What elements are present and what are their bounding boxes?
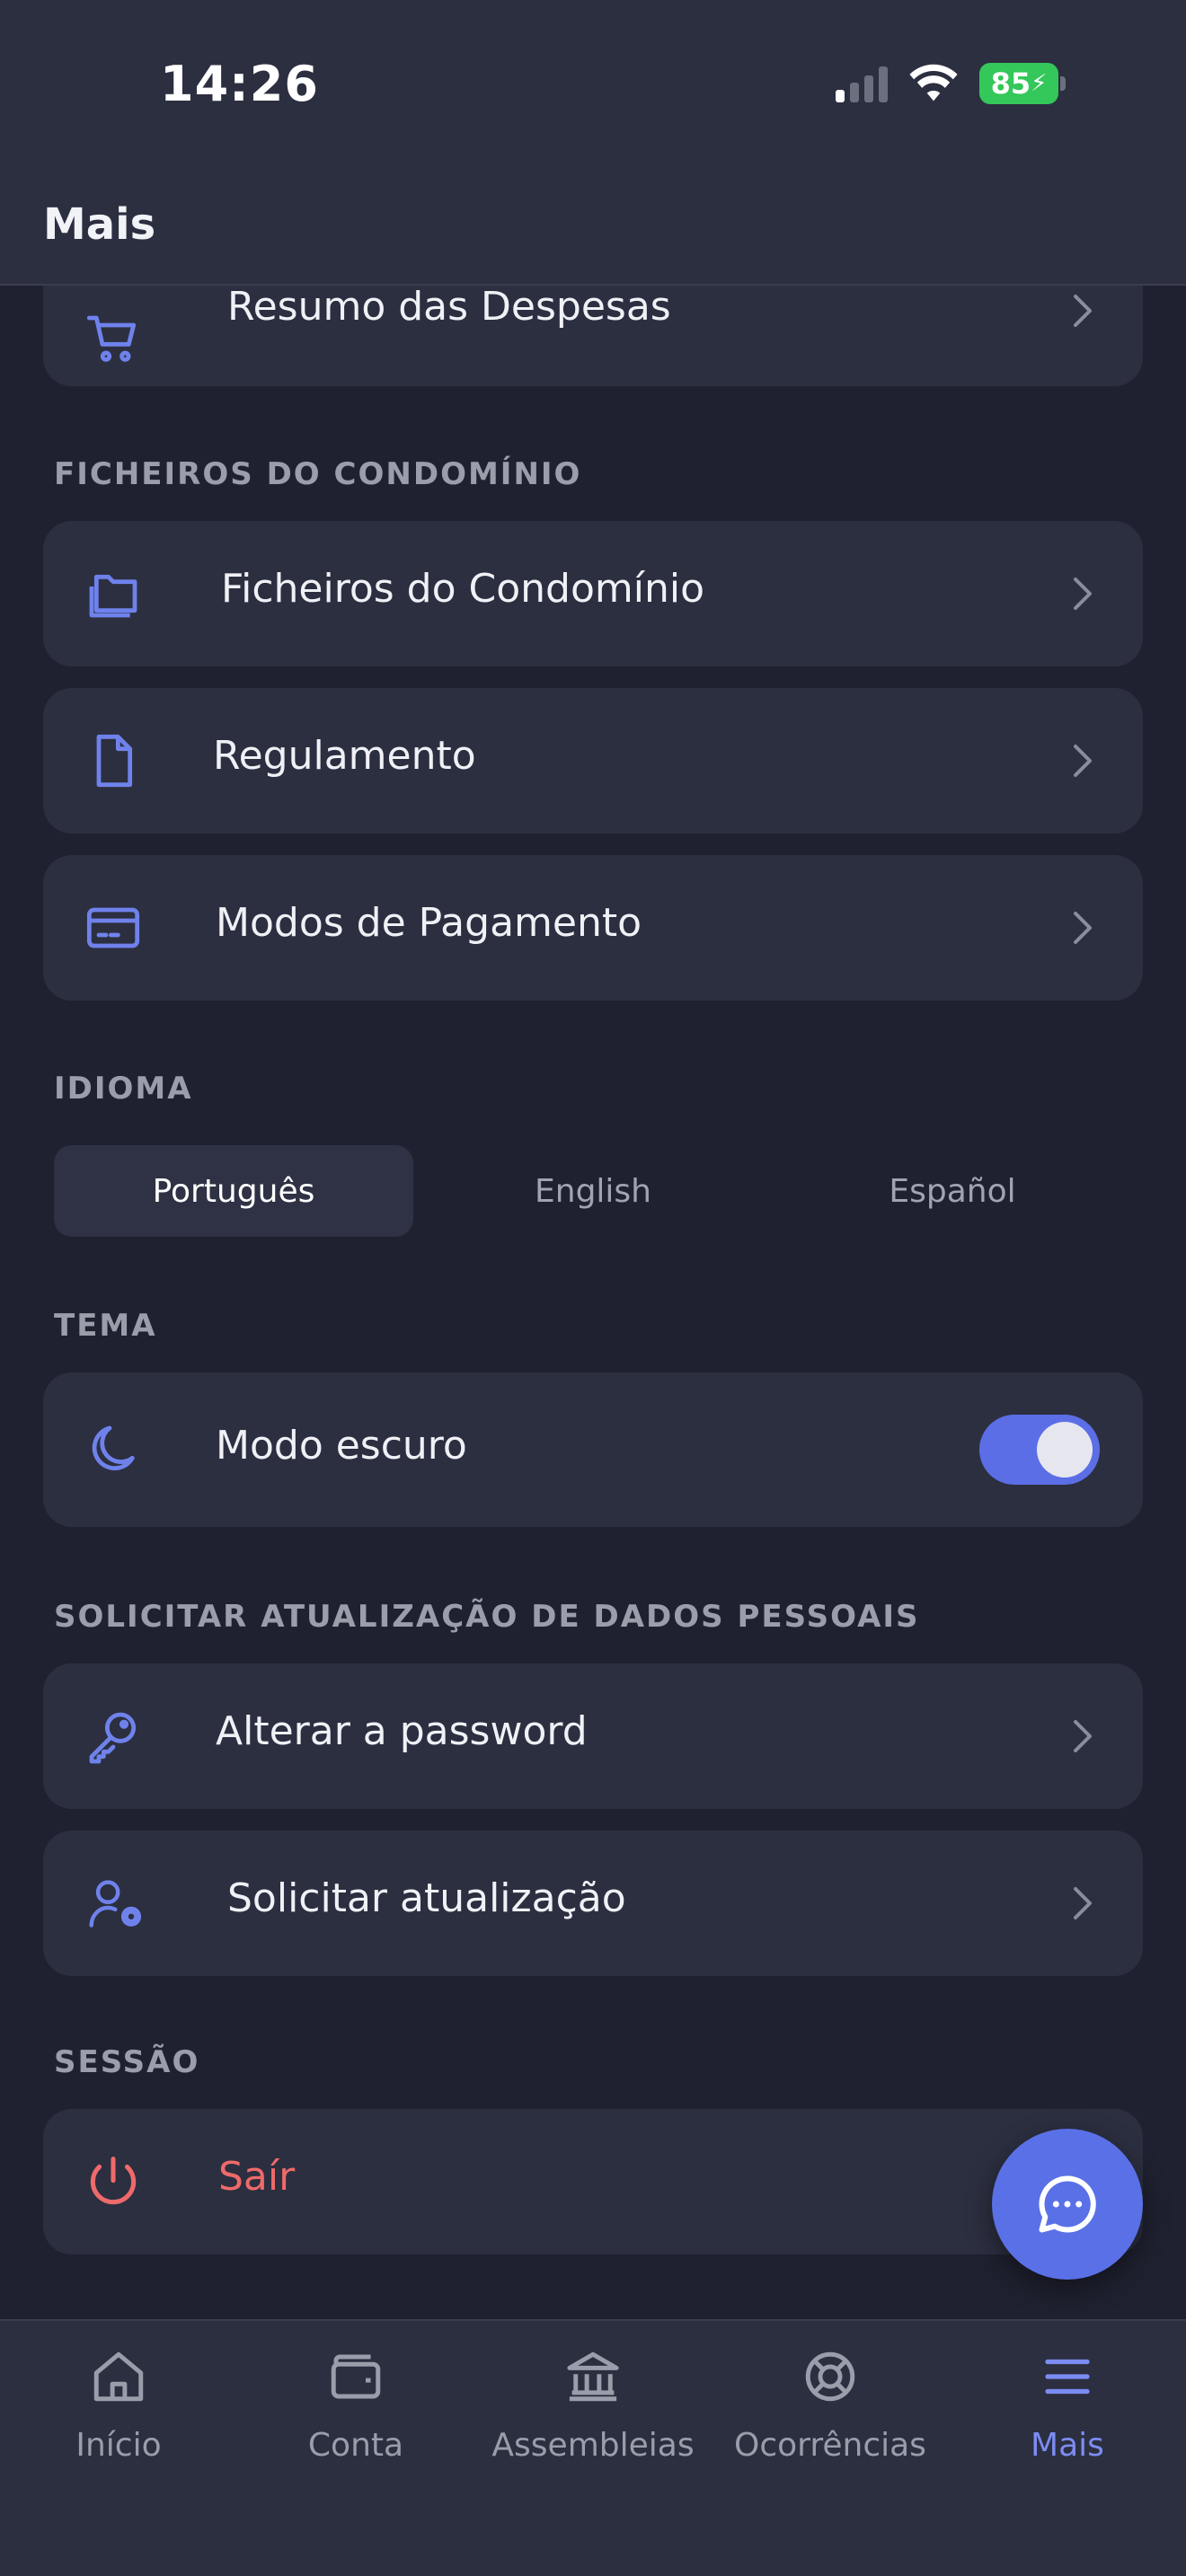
wifi-icon (909, 64, 958, 101)
document-icon (84, 732, 142, 790)
tab-ocorrencias[interactable]: Ocorrências (712, 2344, 949, 2464)
chevron-right-icon (1074, 745, 1092, 777)
wallet-icon (323, 2344, 388, 2409)
section-session-label: SESSÃO (54, 2044, 200, 2080)
home-icon (86, 2344, 151, 2409)
lifebuoy-icon (798, 2344, 863, 2409)
language-selector: Português English Español (54, 1145, 1132, 1237)
chat-button[interactable] (992, 2129, 1143, 2280)
logout-item[interactable]: Saír (43, 2109, 1143, 2254)
tab-inicio[interactable]: Início (0, 2344, 237, 2464)
section-personal-label: SOLICITAR ATUALIZAÇÃO DE DADOS PESSOAIS (54, 1599, 920, 1635)
tab-label: Início (75, 2427, 162, 2464)
logout-label: Saír (218, 2154, 296, 2200)
bottom-tab-bar: Início Conta Assembleias Ocorrências Mai… (0, 2319, 1186, 2576)
section-files-label: FICHEIROS DO CONDOMÍNIO (54, 456, 582, 492)
status-icons: 85 ⚡ (836, 63, 1066, 104)
page-title: Mais (43, 199, 156, 250)
cart-icon (84, 311, 142, 368)
request-update-label: Solicitar atualização (227, 1875, 626, 1921)
toggle-knob (1037, 1422, 1093, 1478)
battery-icon: 85 ⚡ (979, 63, 1066, 104)
section-theme-label: TEMA (54, 1308, 157, 1344)
dark-mode-toggle[interactable] (979, 1415, 1100, 1485)
language-option-es[interactable]: Español (773, 1145, 1132, 1237)
payment-methods-item[interactable]: Modos de Pagamento (43, 855, 1143, 1001)
section-language-label: IDIOMA (54, 1071, 193, 1107)
regulation-item[interactable]: Regulamento (43, 688, 1143, 834)
bank-icon (561, 2344, 625, 2409)
key-icon (84, 1707, 142, 1765)
dark-mode-item: Modo escuro (43, 1372, 1143, 1527)
request-update-item[interactable]: Solicitar atualização (43, 1831, 1143, 1976)
change-password-item[interactable]: Alterar a password (43, 1663, 1143, 1809)
language-option-pt[interactable]: Português (54, 1145, 413, 1237)
tab-label: Assembleias (491, 2427, 695, 2464)
condo-files-item[interactable]: Ficheiros do Condomínio (43, 521, 1143, 666)
tab-mais[interactable]: Mais (949, 2344, 1186, 2464)
change-password-label: Alterar a password (216, 1708, 588, 1754)
tab-label: Ocorrências (734, 2427, 926, 2464)
moon-icon (84, 1421, 142, 1478)
chevron-right-icon (1074, 295, 1092, 327)
regulation-label: Regulamento (213, 733, 476, 779)
folder-icon (84, 565, 142, 622)
chevron-right-icon (1074, 1720, 1092, 1752)
tab-conta[interactable]: Conta (237, 2344, 474, 2464)
power-icon (84, 2153, 142, 2210)
menu-icon (1035, 2344, 1100, 2409)
battery-level: 85 (990, 66, 1031, 101)
chevron-right-icon (1074, 1887, 1092, 1919)
tab-label: Mais (1031, 2427, 1104, 2464)
dark-mode-label: Modo escuro (216, 1423, 467, 1469)
chevron-right-icon (1074, 578, 1092, 610)
condo-files-label: Ficheiros do Condomínio (221, 566, 704, 612)
chevron-right-icon (1074, 912, 1092, 944)
user-settings-icon (88, 1875, 146, 1932)
cellular-signal-icon (836, 65, 888, 102)
tab-assembleias[interactable]: Assembleias (474, 2344, 712, 2464)
top-bar: 14:26 85 ⚡ Mais (0, 0, 1186, 286)
status-time: 14:26 (160, 56, 319, 112)
credit-card-icon (84, 899, 142, 957)
chat-bubble-icon (1039, 2175, 1096, 2233)
expenses-summary-label: Resumo das Despesas (227, 284, 671, 330)
tab-label: Conta (307, 2427, 404, 2464)
language-option-en[interactable]: English (413, 1145, 773, 1237)
payment-methods-label: Modos de Pagamento (216, 900, 642, 946)
